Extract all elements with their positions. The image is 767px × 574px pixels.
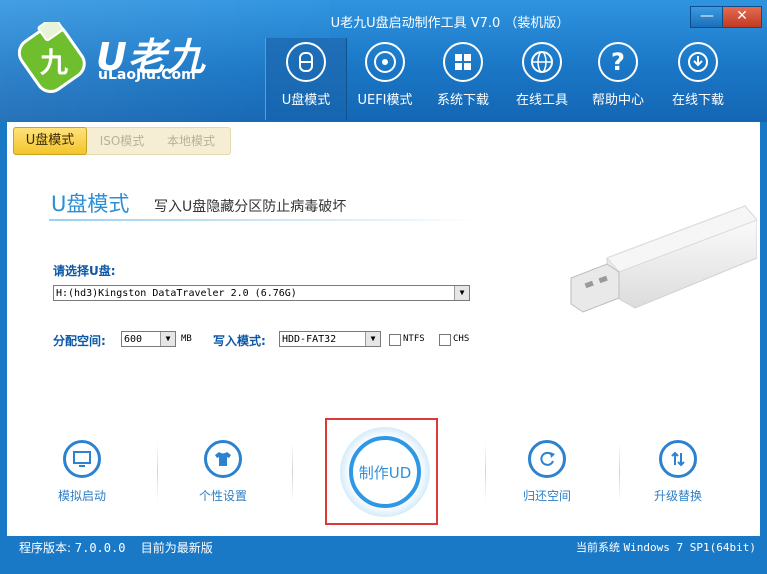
globe-icon xyxy=(522,42,562,82)
divider xyxy=(157,442,158,502)
usb-drive-illustration xyxy=(567,200,758,354)
chs-label: CHS xyxy=(453,334,470,344)
personalize-button[interactable]: 个性设置 xyxy=(173,440,273,504)
monitor-icon xyxy=(63,440,101,478)
divider xyxy=(292,442,293,502)
tab-iso-mode[interactable]: ISO模式 xyxy=(90,128,154,154)
nav-system-download[interactable]: 系统下载 xyxy=(423,42,503,120)
nav-online-download[interactable]: 在线下载 xyxy=(658,42,738,120)
nav-label: 帮助中心 xyxy=(591,93,644,108)
tshirt-icon xyxy=(204,440,242,478)
usb-drive-green-icon: 九 xyxy=(17,16,90,94)
alloc-size-select[interactable]: 600 ▼ xyxy=(121,331,176,347)
nav-uefi-mode[interactable]: UEFI模式 xyxy=(345,42,425,120)
logo-url: uLaoJiu.Com xyxy=(98,67,196,83)
mode-tabbar: U盘模式 ISO模式 本地模式 xyxy=(13,127,231,155)
section-title: U盘模式 xyxy=(51,192,130,216)
svg-text:九: 九 xyxy=(40,46,68,79)
nav-label: 在线工具 xyxy=(515,93,568,108)
nav-usb-mode[interactable]: U盘模式 xyxy=(265,38,347,120)
minimize-button[interactable]: — xyxy=(690,6,724,28)
ntfs-label: NTFS xyxy=(403,334,425,344)
system-info: 当前系统 Windows 7 SP1(64bit) xyxy=(576,536,756,560)
usb-disk-icon xyxy=(286,42,326,82)
download-icon xyxy=(678,42,718,82)
make-ud-button[interactable]: 制作UD xyxy=(349,436,421,508)
system-label: 当前系统 xyxy=(576,541,621,554)
windows-logo-icon xyxy=(443,42,483,82)
write-mode-label: 写入模式: xyxy=(213,334,266,348)
divider xyxy=(485,442,486,502)
update-note: 目前为最新版 xyxy=(140,541,213,555)
nav-help-center[interactable]: ? 帮助中心 xyxy=(578,42,658,120)
main-panel: U盘模式 ISO模式 本地模式 U盘模式 写入U盘隐藏分区防止病毒破坏 请选择U… xyxy=(7,122,760,536)
app-window: U老九U盘启动制作工具 V7.0 （装机版） — ✕ 九 U老九 uLaoJiu… xyxy=(0,0,767,574)
header: U老九U盘启动制作工具 V7.0 （装机版） — ✕ 九 U老九 uLaoJiu… xyxy=(0,0,767,122)
upgrade-label: 升级替换 xyxy=(653,489,702,503)
alloc-size-value: 600 xyxy=(124,334,143,345)
cd-disc-icon xyxy=(365,42,405,82)
question-icon: ? xyxy=(598,42,638,82)
nav-label: 在线下载 xyxy=(671,93,724,108)
write-mode-select[interactable]: HDD-FAT32 ▼ xyxy=(279,331,381,347)
refresh-icon xyxy=(528,440,566,478)
write-mode-value: HDD-FAT32 xyxy=(282,334,337,345)
chevron-down-icon[interactable]: ▼ xyxy=(160,332,175,346)
section-subtitle: 写入U盘隐藏分区防止病毒破坏 xyxy=(154,199,347,215)
tab-local-mode[interactable]: 本地模式 xyxy=(158,128,224,154)
nav-label: 系统下载 xyxy=(436,93,489,108)
simulate-boot-button[interactable]: 模拟启动 xyxy=(32,440,132,504)
choose-disk-label: 请选择U盘: xyxy=(53,264,116,278)
status-bar: 程序版本: 7.0.0.0 目前为最新版 当前系统 Windows 7 SP1(… xyxy=(7,536,760,560)
version-label: 程序版本: xyxy=(19,541,72,555)
divider xyxy=(619,442,620,502)
personalize-label: 个性设置 xyxy=(198,489,247,503)
ntfs-checkbox[interactable] xyxy=(389,334,401,346)
up-down-arrows-icon xyxy=(659,440,697,478)
alloc-unit: MB xyxy=(181,334,192,344)
nav-label: U盘模式 xyxy=(281,93,331,108)
nav-label: UEFI模式 xyxy=(357,93,413,108)
system-value: Windows 7 SP1(64bit) xyxy=(623,541,756,554)
chs-checkbox[interactable] xyxy=(439,334,451,346)
chevron-down-icon[interactable]: ▼ xyxy=(365,332,380,346)
close-button[interactable]: ✕ xyxy=(722,6,762,28)
disk-select[interactable]: H:(hd3)Kingston DataTraveler 2.0 (6.76G)… xyxy=(53,285,470,301)
nav-online-tools[interactable]: 在线工具 xyxy=(502,42,582,120)
simulate-boot-label: 模拟启动 xyxy=(57,489,106,503)
version-info: 程序版本: 7.0.0.0 目前为最新版 xyxy=(19,536,213,560)
alloc-label: 分配空间: xyxy=(53,334,106,348)
restore-space-button[interactable]: 归还空间 xyxy=(497,440,597,504)
restore-space-label: 归还空间 xyxy=(522,489,571,503)
chevron-down-icon[interactable]: ▼ xyxy=(454,286,469,300)
section-divider xyxy=(49,219,479,221)
disk-select-value: H:(hd3)Kingston DataTraveler 2.0 (6.76G) xyxy=(56,288,297,299)
tab-usb-mode[interactable]: U盘模式 xyxy=(13,127,87,155)
window-title: U老九U盘启动制作工具 V7.0 （装机版） xyxy=(330,16,570,31)
upgrade-button[interactable]: 升级替换 xyxy=(628,440,728,504)
version-number: 7.0.0.0 xyxy=(74,541,126,555)
options-row: 分配空间: 600 ▼ MB 写入模式: HDD-FAT32 ▼ NTFS CH… xyxy=(53,331,513,349)
